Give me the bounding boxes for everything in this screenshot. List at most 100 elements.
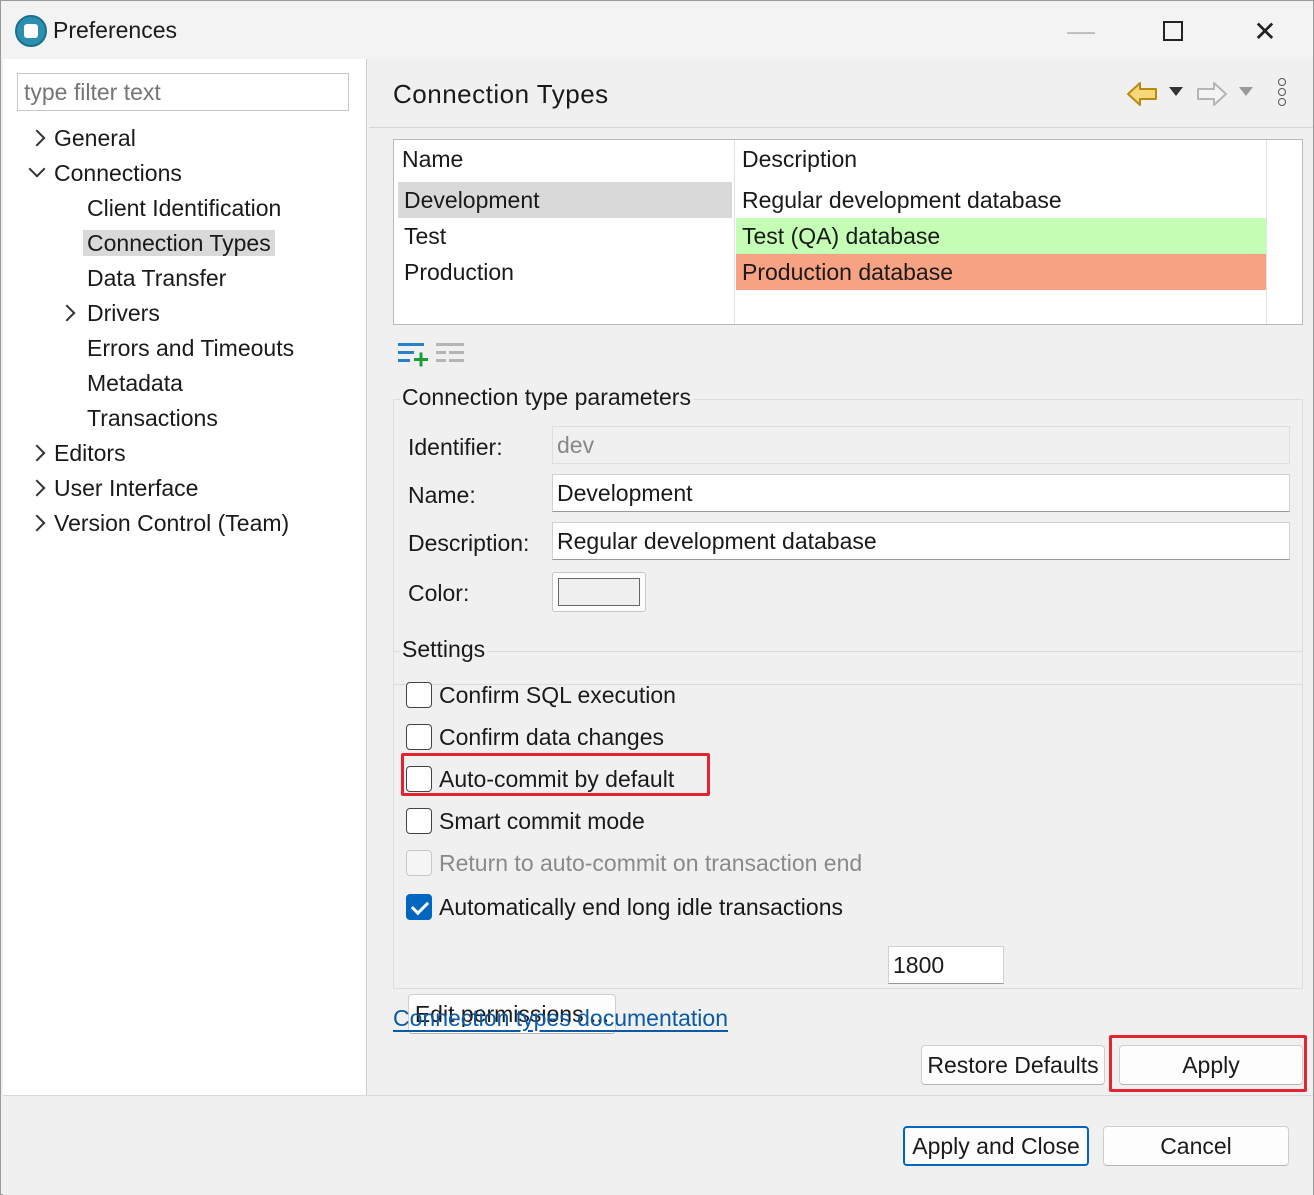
window-title: Preferences <box>53 17 178 43</box>
more-options-icon[interactable] <box>1275 77 1289 111</box>
idle-timeout-field[interactable]: 1800 <box>888 946 1004 984</box>
auto-end-idle-checkbox[interactable]: Automatically end long idle transactions <box>406 890 843 924</box>
name-field[interactable]: Development <box>552 474 1290 512</box>
tree-item-metadata[interactable]: Metadata <box>87 366 183 400</box>
table-cell-name[interactable]: Production <box>398 254 732 290</box>
return-auto-commit-checkbox: Return to auto-commit on transaction end <box>406 846 862 880</box>
parameters-group: Connection type parameters Identifier: d… <box>393 384 1303 685</box>
dialog-button-bar: Apply and Close Cancel <box>3 1095 1313 1195</box>
table-cell-name[interactable]: Development <box>398 182 732 218</box>
tree-item-errors-timeouts[interactable]: Errors and Timeouts <box>87 331 294 365</box>
cancel-button[interactable]: Cancel <box>1103 1126 1289 1166</box>
chevron-right-icon[interactable] <box>28 514 46 532</box>
documentation-link[interactable]: Connection types documentation <box>393 1005 728 1032</box>
close-icon: ✕ <box>1253 15 1277 47</box>
tree-label: Transactions <box>87 405 218 431</box>
tree-item-version-control[interactable]: Version Control (Team) <box>27 506 289 540</box>
description-field[interactable]: Regular development database <box>552 522 1290 560</box>
chevron-right-icon[interactable] <box>58 304 76 322</box>
table-cell-description[interactable]: Regular development database <box>736 182 1266 218</box>
tree-label: Connection Types <box>83 230 275 256</box>
tree-label: Metadata <box>87 370 183 396</box>
preferences-tree-pane: General Connections Client Identificatio… <box>3 59 367 1095</box>
column-divider <box>1266 140 1267 324</box>
checkbox-icon[interactable] <box>406 724 432 750</box>
color-label: Color: <box>408 580 470 606</box>
tree-item-client-identification[interactable]: Client Identification <box>87 191 281 225</box>
connection-types-table[interactable]: Name Description Development Regular dev… <box>393 139 1303 325</box>
group-title: Settings <box>400 636 488 663</box>
checkbox-icon[interactable] <box>406 808 432 834</box>
confirm-data-checkbox[interactable]: Confirm data changes <box>406 720 664 754</box>
color-swatch <box>558 578 640 606</box>
checkbox-label: Automatically end long idle transactions <box>439 893 844 920</box>
tree-item-general[interactable]: General <box>27 121 136 155</box>
remove-type-icon[interactable] <box>435 341 467 369</box>
checkbox-label: Confirm data changes <box>439 723 665 750</box>
app-icon <box>15 15 47 47</box>
table-cell-description[interactable]: Production database <box>736 254 1266 290</box>
filter-input[interactable] <box>17 73 349 111</box>
tree-item-editors[interactable]: Editors <box>27 436 126 470</box>
tree-label: General <box>54 125 136 151</box>
checkbox-icon[interactable] <box>406 682 432 708</box>
back-history-dropdown-icon[interactable] <box>1169 87 1183 96</box>
tree-label: Drivers <box>87 300 160 326</box>
tree-item-transactions[interactable]: Transactions <box>87 401 218 435</box>
description-label: Description: <box>408 530 530 556</box>
minimize-button[interactable]: — <box>1059 9 1103 53</box>
confirm-sql-checkbox[interactable]: Confirm SQL execution <box>406 678 676 712</box>
table-cell-description[interactable]: Test (QA) database <box>736 218 1266 254</box>
restore-defaults-button[interactable]: Restore Defaults <box>921 1045 1105 1085</box>
checkbox-icon[interactable] <box>406 766 432 792</box>
apply-and-close-button[interactable]: Apply and Close <box>903 1126 1089 1166</box>
column-header-name[interactable]: Name <box>402 146 463 173</box>
page-title: Connection Types <box>393 79 609 109</box>
table-cell-name[interactable]: Test <box>398 218 732 254</box>
tree-label: Data Transfer <box>87 265 227 291</box>
tree-item-connections[interactable]: Connections <box>27 156 182 190</box>
checkbox-icon <box>406 850 432 876</box>
tree-label: Editors <box>54 440 126 466</box>
settings-group: Settings Confirm SQL execution Confirm d… <box>393 636 1303 1034</box>
maximize-icon <box>1163 21 1183 41</box>
checkbox-label: Confirm SQL execution <box>439 681 676 708</box>
tree-label: Connections <box>54 160 182 186</box>
tree-label: Version Control (Team) <box>54 510 290 536</box>
identifier-field: dev <box>552 426 1290 464</box>
preference-page: Connection Types Name Description Develo… <box>369 59 1313 1095</box>
title-bar: Preferences — ✕ <box>1 1 1313 59</box>
tree-item-user-interface[interactable]: User Interface <box>27 471 198 505</box>
chevron-right-icon[interactable] <box>28 444 46 462</box>
forward-arrow-icon[interactable] <box>1195 79 1229 109</box>
forward-history-dropdown-icon[interactable] <box>1239 87 1253 96</box>
tree-item-connection-types[interactable]: Connection Types <box>83 226 275 260</box>
chevron-right-icon[interactable] <box>28 479 46 497</box>
group-title: Connection type parameters <box>400 384 693 411</box>
identifier-label: Identifier: <box>408 434 503 460</box>
tree-item-drivers[interactable]: Drivers <box>58 296 160 330</box>
apply-button[interactable]: Apply <box>1119 1045 1303 1085</box>
tree-label: User Interface <box>54 475 199 501</box>
color-picker-button[interactable] <box>552 572 646 612</box>
tree-item-data-transfer[interactable]: Data Transfer <box>87 261 226 295</box>
checkbox-label: Return to auto-commit on transaction end <box>439 849 863 876</box>
add-type-icon[interactable] <box>397 341 429 369</box>
minimize-icon: — <box>1067 15 1095 46</box>
checkbox-label: Auto-commit by default <box>439 765 675 792</box>
column-divider <box>734 140 735 324</box>
checkbox-checked-icon[interactable] <box>406 894 432 920</box>
column-header-description[interactable]: Description <box>742 146 857 173</box>
auto-commit-checkbox[interactable]: Auto-commit by default <box>406 762 674 796</box>
header-divider <box>369 127 1313 128</box>
back-arrow-icon[interactable] <box>1125 79 1159 109</box>
preferences-window: Preferences — ✕ General Connections Clie… <box>0 0 1314 1195</box>
smart-commit-checkbox[interactable]: Smart commit mode <box>406 804 645 838</box>
checkbox-label: Smart commit mode <box>439 807 645 834</box>
maximize-button[interactable] <box>1151 9 1195 53</box>
close-button[interactable]: ✕ <box>1243 9 1287 53</box>
name-label: Name: <box>408 482 476 508</box>
chevron-down-icon[interactable] <box>28 160 46 178</box>
tree-label: Client Identification <box>87 195 282 221</box>
chevron-right-icon[interactable] <box>28 129 46 147</box>
